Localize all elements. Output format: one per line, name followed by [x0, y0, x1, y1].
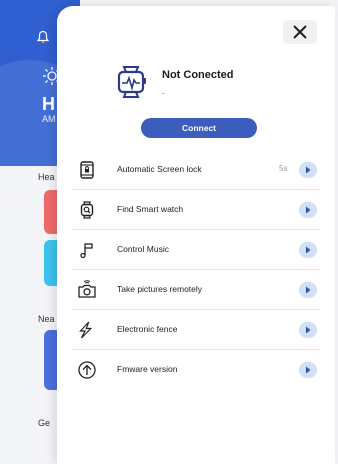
chevron-right-icon — [299, 322, 317, 338]
bell-icon — [36, 30, 50, 44]
screen-lock-icon — [80, 161, 94, 179]
close-icon — [293, 25, 307, 39]
menu-item-firmware-version[interactable]: Fmware version — [57, 350, 335, 390]
chevron-right-icon — [299, 202, 317, 218]
background-header-subtitle: AM — [42, 114, 56, 124]
connection-status-title: Not Conected — [162, 69, 234, 81]
remote-camera-icon — [78, 280, 96, 298]
background-section-label: Ge — [38, 418, 51, 428]
electronic-fence-icon — [79, 321, 93, 339]
menu-item-electronic-fence[interactable]: Electronic fence — [57, 310, 335, 350]
menu-item-remote-camera[interactable]: Take pictures remotely — [57, 270, 335, 310]
menu-item-find-watch[interactable]: Find Smart watch — [57, 190, 335, 230]
background-header-title: H — [42, 94, 55, 114]
menu-item-label: Control Music — [117, 244, 169, 254]
chevron-right-icon — [299, 282, 317, 298]
chevron-right-icon — [299, 362, 317, 378]
background-section-label: Hea — [38, 172, 55, 182]
menu-item-value: 5s — [279, 164, 288, 173]
chevron-right-icon — [299, 242, 317, 258]
device-settings-drawer: Not Conected - Connect Automatic Screen … — [57, 6, 335, 464]
settings-menu: Automatic Screen lock 5s Find Smart watc… — [57, 150, 335, 390]
menu-item-label: Find Smart watch — [117, 204, 184, 214]
menu-item-screen-lock[interactable]: Automatic Screen lock 5s — [57, 150, 335, 190]
background-section-label: Nea — [38, 314, 55, 324]
menu-item-label: Fmware version — [117, 364, 178, 374]
smartwatch-icon — [117, 66, 146, 98]
music-note-icon — [80, 243, 93, 259]
close-button[interactable] — [283, 20, 317, 44]
menu-item-control-music[interactable]: Control Music — [57, 230, 335, 270]
menu-item-label: Electronic fence — [117, 324, 178, 334]
connection-status-subtitle: - — [162, 88, 165, 98]
chevron-right-icon — [299, 162, 317, 178]
find-watch-icon — [80, 201, 94, 219]
firmware-upgrade-icon — [78, 361, 96, 379]
menu-item-label: Automatic Screen lock — [117, 164, 202, 174]
connect-button[interactable]: Connect — [141, 118, 257, 138]
menu-item-label: Take pictures remotely — [117, 284, 203, 294]
